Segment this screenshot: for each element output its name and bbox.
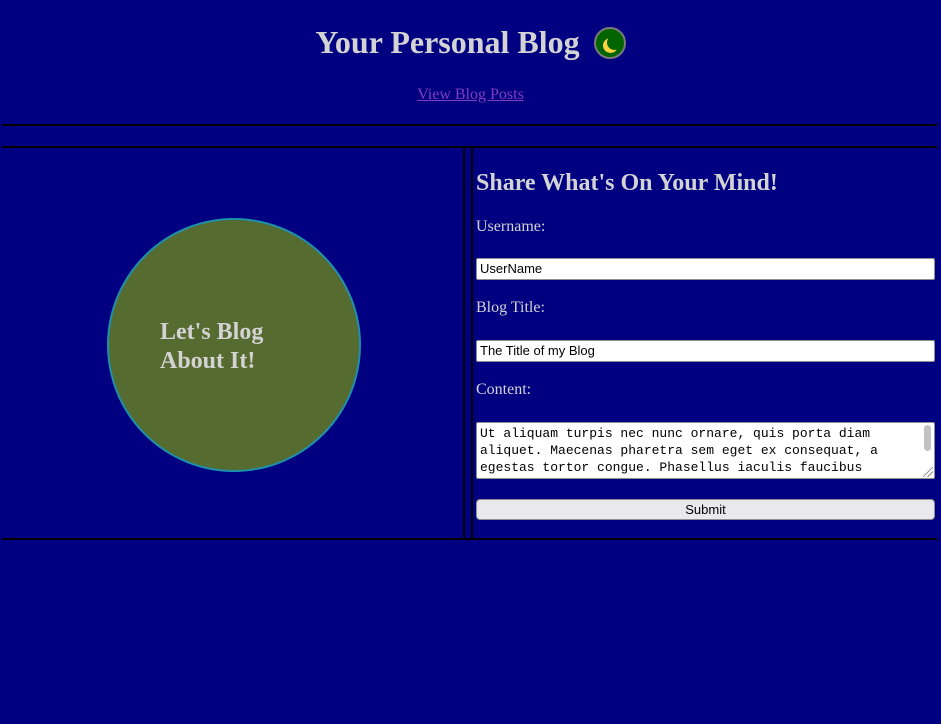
top-divider xyxy=(2,124,937,126)
column-divider xyxy=(463,148,473,538)
hero-text-line-2: About It! xyxy=(160,348,256,374)
form-heading: Share What's On Your Mind! xyxy=(476,170,778,196)
crescent-moon-icon xyxy=(607,35,622,50)
blog-title-label: Blog Title: xyxy=(476,299,545,316)
nav: View Blog Posts xyxy=(0,85,941,105)
view-blog-posts-link[interactable]: View Blog Posts xyxy=(417,86,524,103)
hero-text-line-1: Let's Blog xyxy=(160,319,264,345)
resize-grip-icon[interactable] xyxy=(923,467,933,477)
page-title-row: Your Personal Blog xyxy=(0,24,941,60)
content-textarea[interactable]: Ut aliquam turpis nec nunc ornare, quis … xyxy=(476,422,935,479)
submit-button[interactable]: Submit xyxy=(476,499,935,520)
content-label: Content: xyxy=(476,381,532,398)
hero-text: Let's Blog About It! xyxy=(160,318,300,376)
content-text: Ut aliquam turpis nec nunc ornare, quis … xyxy=(480,426,878,475)
blog-title-input[interactable]: The Title of my Blog xyxy=(476,340,935,362)
username-label: Username: xyxy=(476,218,546,235)
hero-circle: Let's Blog About It! xyxy=(107,218,361,472)
username-input[interactable]: UserName xyxy=(476,258,935,280)
theme-toggle-button[interactable] xyxy=(593,27,626,59)
page-title: Your Personal Blog xyxy=(315,24,580,60)
textarea-scrollbar[interactable] xyxy=(924,425,931,451)
main-panel: Let's Blog About It! Share What's On You… xyxy=(2,146,937,540)
